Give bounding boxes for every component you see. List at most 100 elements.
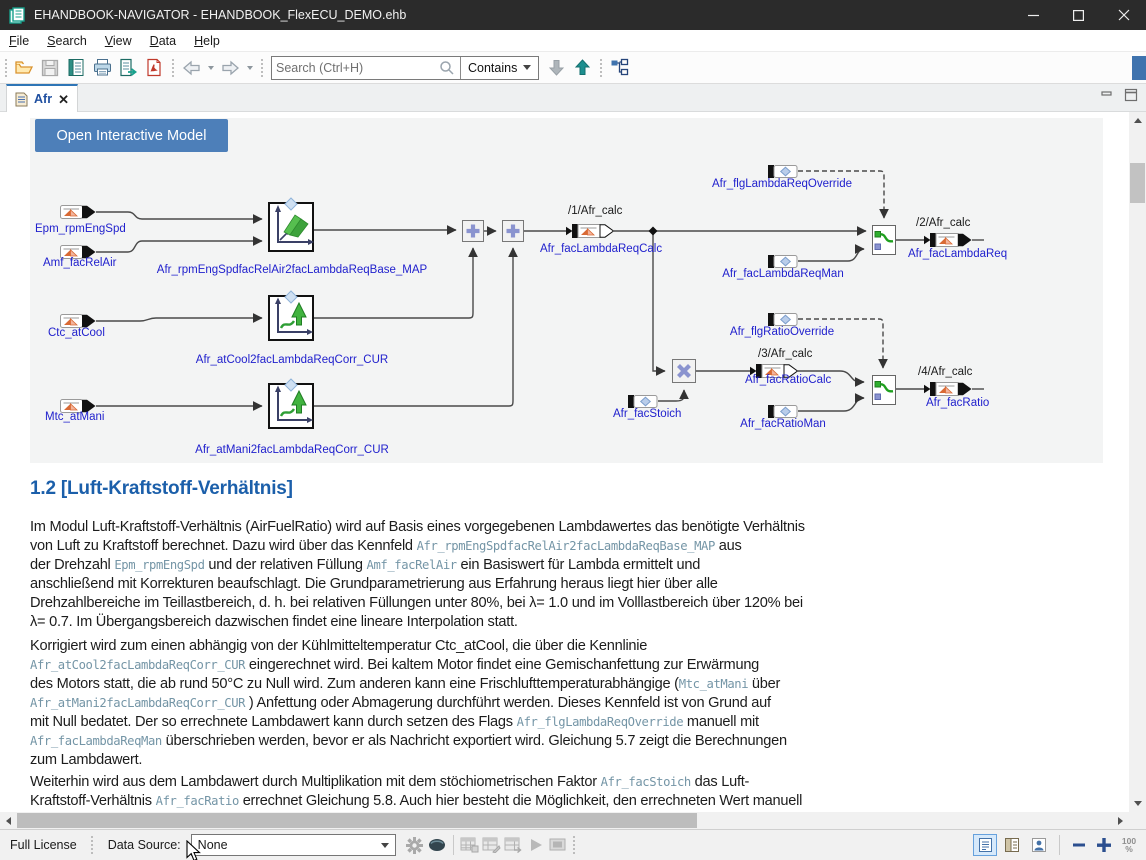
export-pdf-button[interactable] (141, 55, 167, 81)
print-button[interactable] (89, 55, 115, 81)
maximize-button[interactable] (1056, 0, 1101, 30)
minimize-button[interactable] (1011, 0, 1056, 30)
search-box: Contains (271, 56, 539, 80)
menu-data[interactable]: Data (141, 32, 185, 50)
label-amf[interactable]: Amf_facRelAir (43, 257, 117, 269)
doc-view-icon (978, 837, 993, 853)
navigate-forward-dropdown[interactable] (243, 55, 256, 81)
statusbar-grip (571, 834, 578, 856)
zoom-100-button[interactable]: 100 % (1118, 834, 1140, 856)
menu-help[interactable]: Help (185, 32, 229, 50)
ecu-device-button[interactable] (426, 834, 448, 856)
save-button[interactable] (37, 55, 63, 81)
minimize-pane-icon[interactable] (1100, 88, 1114, 102)
label-fac-lambda-man[interactable]: Afr_facLambdaReqMan (722, 268, 843, 280)
export-handbook-button[interactable] (115, 55, 141, 81)
label-fac-lambda-req[interactable]: Afr_facLambdaReq (908, 248, 1007, 260)
horizontal-scrollbar[interactable] (0, 812, 1129, 829)
ecu-device-icon (428, 838, 446, 852)
person-view-button[interactable] (1027, 834, 1051, 856)
back-arrow-icon (182, 60, 201, 76)
search-mode-dropdown[interactable]: Contains (461, 61, 538, 75)
port-ctc[interactable] (61, 315, 96, 328)
scroll-right-button[interactable] (1112, 812, 1129, 829)
print-icon (93, 58, 112, 77)
label-fac-ratio-calc[interactable]: Afr_facRatioCalc (745, 374, 832, 386)
label-fac-lambda-req-calc[interactable]: Afr_facLambdaReqCalc (540, 243, 662, 255)
label-map-block[interactable]: Afr_rpmEngSpdfacRelAir2facLambdaReqBase_… (157, 264, 428, 276)
settings-button[interactable] (404, 834, 426, 856)
toolbar-grip (597, 57, 604, 79)
multiply-block[interactable] (673, 360, 696, 383)
vertical-scrollbar-thumb[interactable] (1130, 163, 1145, 203)
data-source-dropdown[interactable]: None (191, 834, 396, 856)
menu-search[interactable]: Search (38, 32, 96, 50)
calibration-matrix-export-button[interactable] (503, 834, 525, 856)
title-bar: EHANDBOOK-NAVIGATOR - EHANDBOOK_FlexECU_… (0, 0, 1146, 30)
menu-view[interactable]: View (96, 32, 141, 50)
label-fac-ratio-man[interactable]: Afr_facRatioMan (740, 418, 826, 430)
calibration-matrix-icon (460, 837, 479, 853)
split-view-button[interactable] (1000, 834, 1024, 856)
search-input[interactable] (272, 58, 438, 78)
map-block[interactable] (269, 198, 314, 251)
port-flg-lambda-override[interactable] (768, 165, 797, 178)
search-next-button[interactable] (543, 55, 569, 81)
scroll-left-button[interactable] (0, 812, 17, 829)
menu-file[interactable]: File (0, 32, 38, 50)
tab-afr[interactable]: Afr ✕ (6, 84, 78, 112)
show-in-structure-button[interactable] (606, 55, 632, 81)
collapsed-panel-strip[interactable] (1132, 56, 1146, 80)
plus-block-1[interactable] (463, 221, 484, 242)
label-path1: /1/Afr_calc (568, 205, 623, 217)
port-fac-lambda-man[interactable] (768, 255, 797, 268)
chevron-down-icon (247, 66, 253, 70)
navigate-forward-button[interactable] (217, 55, 243, 81)
signal-fac-lambda-req-calc[interactable] (566, 224, 614, 238)
scroll-up-button[interactable] (1129, 112, 1146, 129)
switch-block-lambda[interactable] (873, 226, 896, 255)
handbook-icon (67, 58, 85, 77)
navigate-back-dropdown[interactable] (204, 55, 217, 81)
document-view-button[interactable] (973, 834, 997, 856)
label-flg-ratio-override[interactable]: Afr_flgRatioOverride (730, 326, 834, 338)
switch-block-ratio[interactable] (873, 376, 896, 405)
wire-junction (649, 227, 658, 236)
port-epm[interactable] (61, 206, 96, 219)
screen-button[interactable] (547, 834, 569, 856)
zoom-out-button[interactable] (1068, 834, 1090, 856)
label-fac-stoich[interactable]: Afr_facStoich (613, 408, 681, 420)
label-fac-ratio[interactable]: Afr_facRatio (926, 397, 989, 409)
zoom-in-button[interactable] (1093, 834, 1115, 856)
label-cur-block-mani[interactable]: Afr_atMani2facLambdaReqCorr_CUR (195, 444, 389, 456)
paragraph-2: Korrigiert wird zum einen abhängig von d… (30, 637, 1115, 770)
zoom-out-icon (1072, 838, 1086, 852)
signal-fac-ratio-out[interactable] (924, 382, 972, 396)
tab-close-icon[interactable]: ✕ (58, 93, 69, 106)
vertical-scrollbar[interactable] (1129, 112, 1146, 829)
port-flg-ratio-override[interactable] (768, 313, 797, 326)
scroll-down-button[interactable] (1129, 795, 1146, 812)
label-epm[interactable]: Epm_rpmEngSpd (35, 223, 126, 235)
port-fac-stoich[interactable] (628, 395, 657, 408)
cur-block-mani[interactable] (269, 379, 313, 428)
label-cur-block-cool[interactable]: Afr_atCool2facLambdaReqCorr_CUR (196, 354, 388, 366)
label-mtc[interactable]: Mtc_atMani (45, 411, 104, 423)
plus-block-2[interactable] (503, 221, 524, 242)
screen-icon (549, 838, 566, 852)
label-flg-lambda-override[interactable]: Afr_flgLambdaReqOverride (712, 178, 852, 190)
port-fac-ratio-man[interactable] (768, 405, 797, 418)
open-handbook-button[interactable] (63, 55, 89, 81)
play-button[interactable] (525, 834, 547, 856)
open-button[interactable] (11, 55, 37, 81)
horizontal-scrollbar-thumb[interactable] (17, 813, 697, 828)
calibration-matrix-button[interactable] (459, 834, 481, 856)
search-previous-button[interactable] (569, 55, 595, 81)
navigate-back-button[interactable] (178, 55, 204, 81)
cur-block-cool[interactable] (269, 291, 313, 340)
close-button[interactable] (1101, 0, 1146, 30)
label-ctc[interactable]: Ctc_atCool (48, 327, 105, 339)
signal-fac-lambda-req-out[interactable] (924, 233, 972, 247)
restore-pane-icon[interactable] (1124, 88, 1138, 102)
calibration-matrix-edit-button[interactable] (481, 834, 503, 856)
